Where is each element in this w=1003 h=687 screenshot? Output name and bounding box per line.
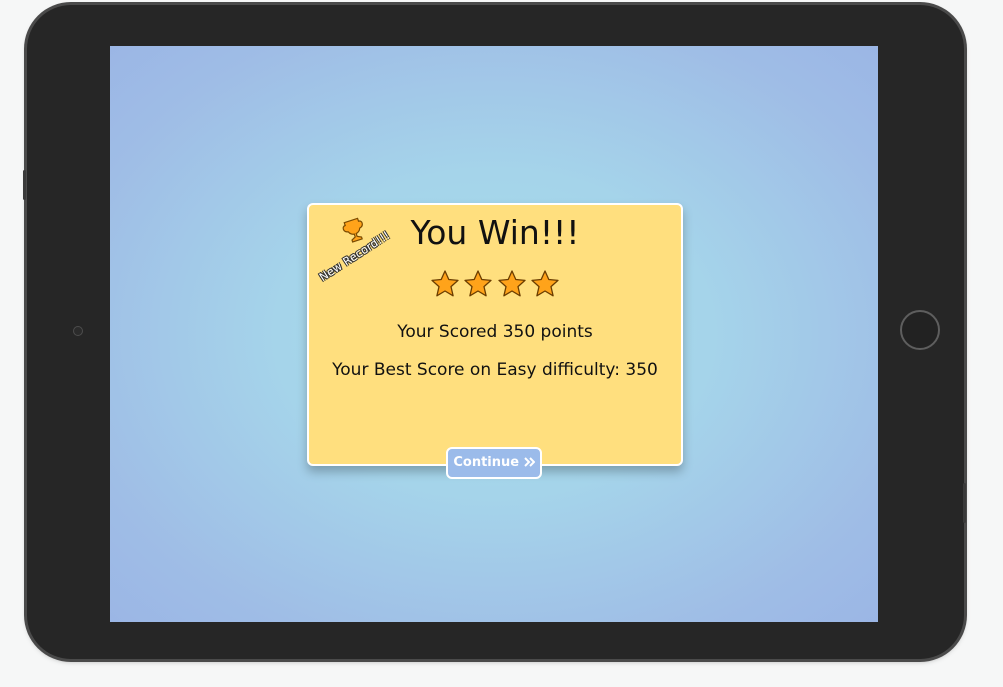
star-icon — [497, 270, 526, 297]
tablet-camera — [73, 326, 83, 336]
star-icon — [464, 270, 493, 297]
tablet-side-button-left — [23, 170, 26, 200]
tablet-home-button[interactable] — [900, 310, 940, 350]
double-chevron-right-icon — [523, 457, 536, 467]
star-icon — [431, 270, 460, 297]
win-dialog: New Record!!! You Win!!! Your Scored 350… — [307, 203, 683, 466]
star-icon — [530, 270, 559, 297]
best-score-text: Your Best Score on Easy difficulty: 350 — [332, 360, 658, 380]
continue-button[interactable]: Continue — [446, 447, 542, 479]
dialog-title: You Win!!! — [410, 213, 580, 252]
game-screen: New Record!!! You Win!!! Your Scored 350… — [110, 46, 878, 622]
score-text: Your Scored 350 points — [397, 322, 593, 342]
continue-label: Continue — [453, 455, 520, 470]
tablet-side-button-right — [963, 483, 966, 523]
star-rating — [309, 269, 681, 303]
